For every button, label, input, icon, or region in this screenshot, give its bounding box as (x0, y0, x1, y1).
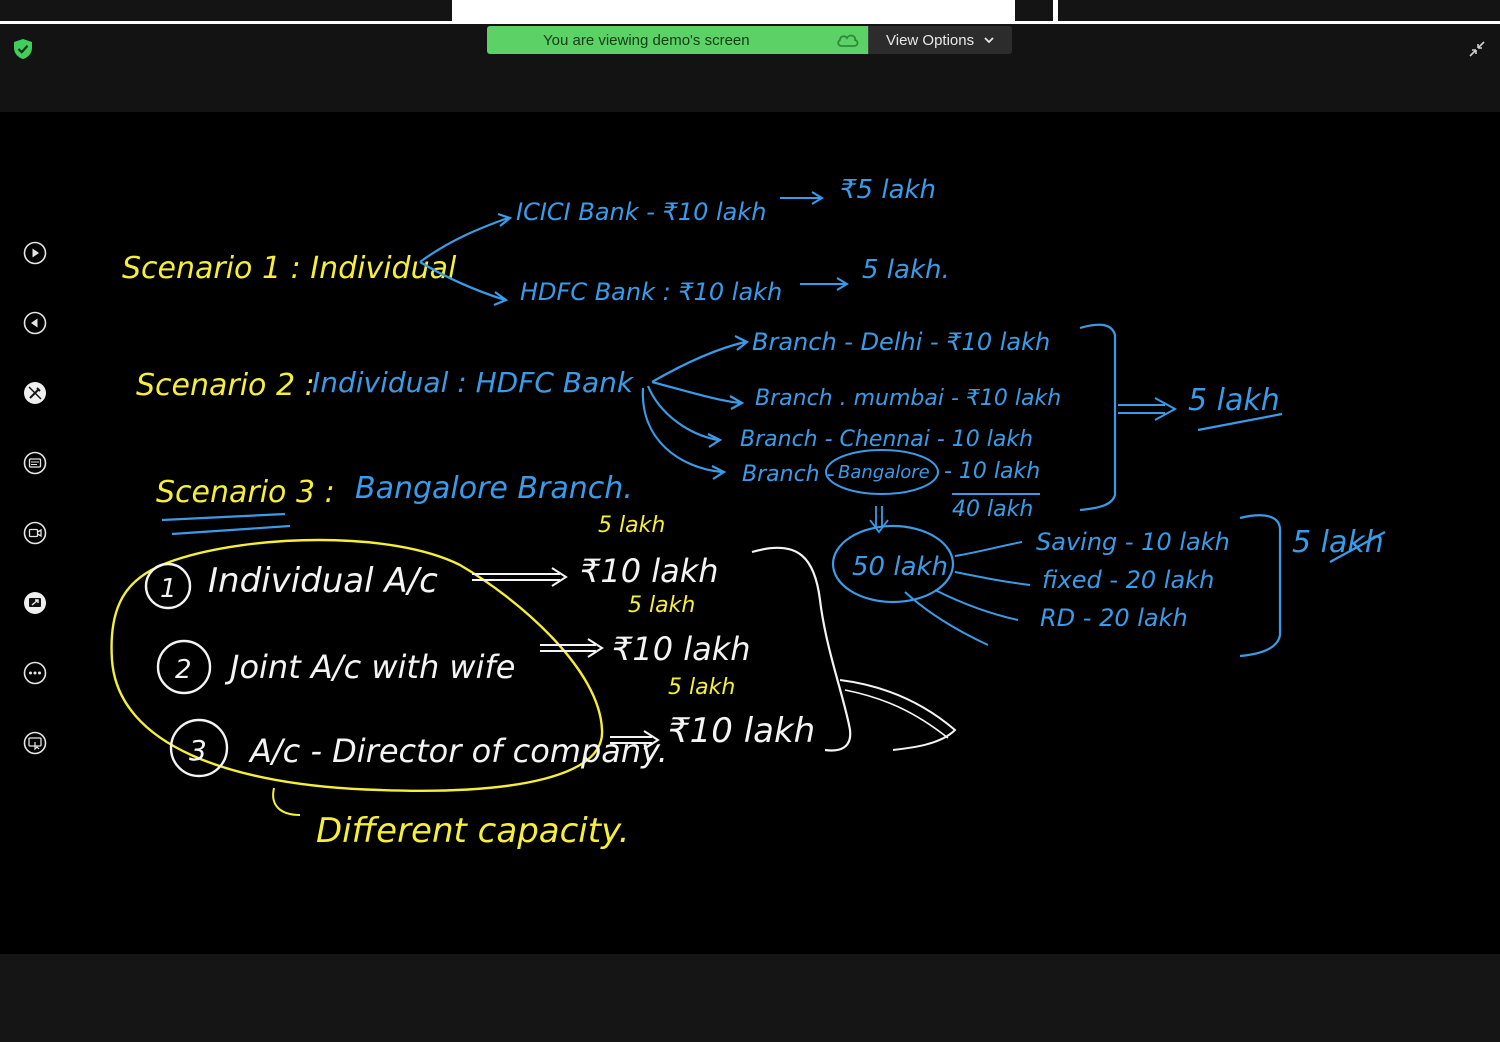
scenario2-branch-bangalore: Branch - (742, 462, 835, 487)
arrow-icon (839, 679, 957, 751)
double-arrow-icon (472, 567, 568, 587)
scenario1-icici: ICICI Bank - ₹10 lakh (516, 198, 767, 226)
scenario2-bangalore-amount: - 10 lakh (944, 459, 1040, 484)
scenario1-hdfc: HDFC Bank : ₹10 lakh (520, 278, 782, 306)
arrow-icon (651, 380, 745, 410)
arrow-icon (646, 385, 723, 448)
deposit-rd: RD - 20 lakh (1040, 604, 1188, 632)
bracket (1079, 323, 1117, 512)
scenario2-detail: Individual : HDFC Bank (312, 366, 635, 399)
account-1-number: 1 (160, 574, 177, 604)
deposit-saving: Saving - 10 lakh (1036, 528, 1230, 556)
scenario2-branch-mumbai: Branch . mumbai - ₹10 lakh (755, 386, 1061, 411)
account-2-amount: ₹10 lakh (612, 630, 751, 668)
scenario2-branch-chennai: Branch - Chennai - 10 lakh (740, 427, 1033, 452)
account-2-insured: 5 lakh (628, 593, 695, 618)
scenario2-result: 5 lakh (1188, 383, 1280, 418)
scenario1-icici-result: ₹5 lakh (840, 175, 936, 205)
deposit-fixed: fixed - 20 lakh (1042, 566, 1214, 594)
account-2-text: Joint A/c with wife (224, 648, 515, 686)
scenario2-bangalore-label: Bangalore (838, 462, 930, 483)
account-3-amount: ₹10 lakh (668, 711, 815, 751)
arrow-icon (934, 589, 1019, 621)
handwriting-layer: Scenario 1 : Individual ICICI Bank - ₹10… (110, 175, 1386, 851)
account-3-text: A/c - Director of company. (248, 732, 668, 770)
underline (161, 512, 291, 536)
arrow-icon (780, 191, 824, 205)
bracket (1239, 514, 1282, 658)
account-1-insured: 5 lakh (598, 513, 665, 538)
scenario3-note: Different capacity. (316, 811, 629, 851)
scenario1-hdfc-result: 5 lakh. (862, 255, 950, 285)
scenario2-branch-delhi: Branch - Delhi - ₹10 lakh (752, 328, 1050, 356)
deposits-total: 50 lakh (852, 552, 948, 582)
account-3-insured: 5 lakh (668, 675, 735, 700)
arrow-icon (651, 335, 750, 383)
scenario1-label: Scenario 1 : Individual (122, 251, 457, 286)
scenario2-label: Scenario 2 : (136, 368, 315, 403)
account-2-number: 2 (175, 655, 192, 685)
arrow-icon (954, 571, 1031, 586)
arrow-icon (954, 541, 1023, 557)
arrow-icon (641, 387, 727, 480)
scenario3-label: Scenario 3 : (156, 475, 335, 510)
account-3-number: 3 (189, 734, 207, 767)
scenario2-total: 40 lakh (952, 497, 1033, 522)
hook-arrow-icon (272, 787, 301, 816)
account-1-text: Individual A/c (208, 561, 438, 601)
scenario3-detail: Bangalore Branch. (355, 471, 633, 506)
double-arrow-icon (540, 638, 604, 658)
arrow-icon (800, 277, 849, 291)
deposits-result: 5 lakh (1292, 525, 1384, 560)
double-arrow-icon (1118, 397, 1178, 421)
account-1-amount: ₹10 lakh (580, 552, 719, 590)
